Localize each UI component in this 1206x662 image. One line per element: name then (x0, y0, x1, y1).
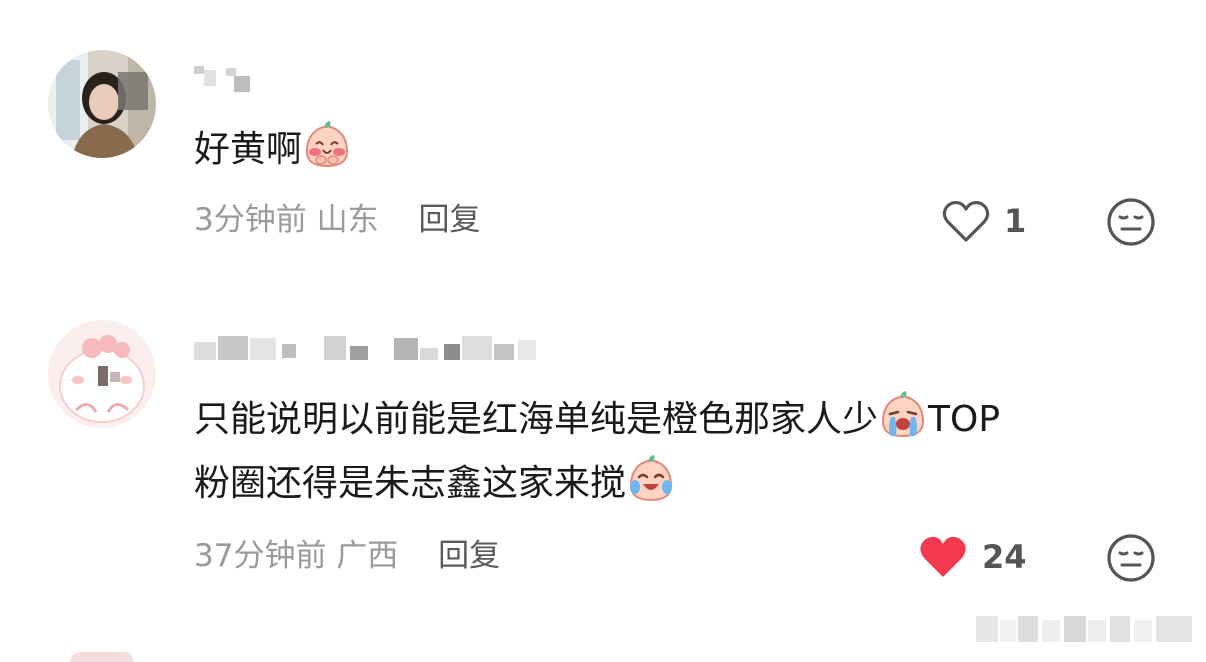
laughing-tears-peach-face-emoji (626, 454, 676, 504)
avatar[interactable] (48, 50, 156, 158)
heart-outline-icon (942, 200, 990, 242)
meh-face-dislike-icon (1107, 534, 1155, 582)
like-count: 24 (982, 538, 1027, 576)
comment-line-2: 粉圈还得是朱志鑫这家来搅 (194, 452, 1000, 516)
like-button[interactable]: 1 (942, 196, 1026, 246)
location: 山东 (316, 202, 379, 238)
comment-content: 只能说明以前能是红海单纯是橙色那家人少 TOP 粉圈还得是朱志鑫这家来搅 (194, 388, 1000, 516)
timestamp: 37分钟前 (194, 538, 327, 574)
watermark-masked (976, 612, 1194, 646)
dislike-button[interactable] (1106, 533, 1156, 583)
heart-filled-icon (920, 536, 966, 577)
username-masked[interactable] (194, 334, 544, 364)
location: 广西 (336, 538, 399, 574)
comment-text: 好黄啊 (194, 129, 303, 170)
like-button[interactable]: 24 (918, 532, 1027, 582)
comment-text-line-1: 只能说明以前能是红海单纯是橙色那家人少 (194, 399, 879, 440)
timestamp: 3分钟前 (194, 202, 307, 238)
comment-meta: 3分钟前 山东 回复 (194, 200, 480, 240)
username-masked[interactable] (194, 64, 264, 94)
comment-content: 好黄啊 (194, 118, 352, 182)
dislike-button[interactable] (1106, 197, 1156, 247)
crying-peach-face-emoji (878, 390, 928, 440)
avatar[interactable] (48, 320, 156, 428)
comment-meta: 37分钟前 广西 回复 (194, 536, 500, 576)
heart-filled-shape (920, 536, 966, 577)
avatar-next-partial (70, 652, 134, 662)
comment-text-line-2: 粉圈还得是朱志鑫这家来搅 (194, 463, 627, 504)
like-count: 1 (1004, 202, 1027, 240)
reply-button[interactable]: 回复 (418, 202, 480, 238)
comment-line-1: 只能说明以前能是红海单纯是橙色那家人少 TOP (194, 388, 1000, 452)
meh-face-dislike-icon (1107, 198, 1155, 246)
comment-text-line-1-tail: TOP (928, 399, 1001, 440)
reply-button[interactable]: 回复 (438, 538, 500, 574)
blushing-peach-face-emoji (302, 120, 352, 170)
